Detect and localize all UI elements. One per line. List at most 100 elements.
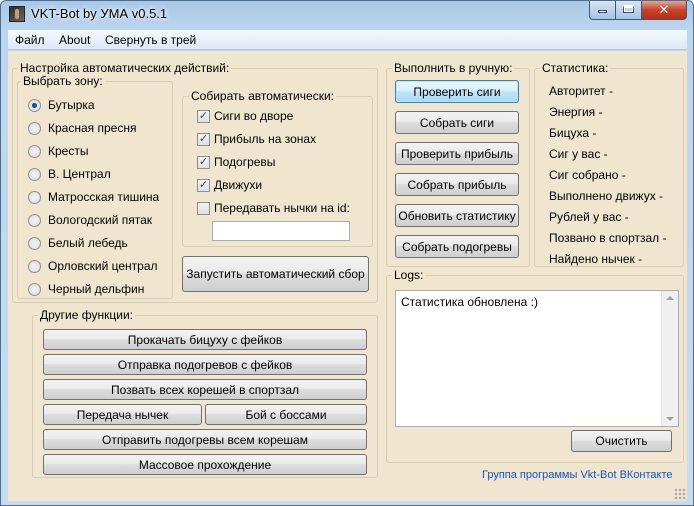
zone-label: Орловский централ bbox=[48, 259, 158, 273]
title-bar[interactable]: VKT-Bot by УМА v0.5.1 ✕ bbox=[1, 1, 693, 29]
stat-cigs-collected: Сиг собрано - bbox=[549, 168, 626, 182]
close-icon: ✕ bbox=[658, 2, 670, 17]
send-warm-button[interactable]: Отправка подогревов с фейков bbox=[43, 354, 367, 375]
boss-button[interactable]: Бой с боссами bbox=[205, 404, 367, 425]
zone-legend: Выбрать зону: bbox=[21, 74, 105, 88]
check-label: Передавать нычки на id: bbox=[214, 201, 350, 215]
stat-authority: Авторитет - bbox=[549, 84, 613, 98]
zone-label: Белый лебедь bbox=[48, 236, 128, 250]
check-label: Движухи bbox=[214, 178, 263, 192]
zone-label: В. Централ bbox=[48, 167, 111, 181]
stat-stashes: Найдено нычек - bbox=[549, 252, 643, 266]
collect-check-3[interactable]: ✓ Движухи bbox=[197, 177, 262, 193]
radio-selected-icon[interactable] bbox=[28, 98, 41, 112]
mass-button[interactable]: Массовое прохождение bbox=[43, 454, 367, 475]
group-link[interactable]: Группа программы Vkt-Bot ВКонтакте bbox=[482, 469, 673, 481]
menu-about[interactable]: About bbox=[59, 33, 90, 47]
collect-profit-button[interactable]: Собрать прибыль bbox=[395, 173, 519, 196]
close-button[interactable]: ✕ bbox=[641, 1, 687, 20]
collect-check-2[interactable]: ✓ Подогревы bbox=[197, 154, 275, 170]
logs-textarea[interactable]: Статистика обновлена :) bbox=[395, 290, 679, 427]
gym-button[interactable]: Позвать всех корешей в спортзал bbox=[43, 379, 367, 400]
check-label: Подогревы bbox=[214, 155, 276, 169]
logs-scrollbar[interactable] bbox=[661, 291, 678, 426]
checkbox-icon[interactable] bbox=[197, 201, 210, 215]
collect-legend: Собирать автоматически: bbox=[189, 89, 336, 103]
maximize-button[interactable] bbox=[615, 1, 642, 20]
menu-file[interactable]: Файл bbox=[15, 33, 45, 47]
zone-radio-0[interactable]: Бутырка bbox=[28, 97, 95, 113]
scroll-down-icon[interactable] bbox=[666, 417, 674, 421]
zone-label: Матросская тишина bbox=[48, 190, 160, 204]
start-auto-button[interactable]: Запустить автоматический сбор bbox=[182, 256, 369, 292]
radio-icon[interactable] bbox=[28, 121, 41, 135]
id-input[interactable] bbox=[212, 221, 350, 241]
clear-logs-button[interactable]: Очистить bbox=[571, 430, 672, 452]
zone-label: Вологодский пятак bbox=[48, 213, 153, 227]
zone-radio-1[interactable]: Красная пресня bbox=[28, 120, 136, 136]
stat-gym: Позвано в спортзал - bbox=[549, 231, 667, 245]
zone-label: Кресты bbox=[48, 144, 89, 158]
stat-cigs: Сиг у вас - bbox=[549, 147, 608, 161]
logs-text: Статистика обновлена :) bbox=[401, 295, 538, 309]
zone-label: Красная пресня bbox=[48, 121, 137, 135]
zone-label: Бутырка bbox=[48, 98, 95, 112]
collect-check-4[interactable]: Передавать нычки на id: bbox=[197, 200, 350, 216]
check-cigs-button[interactable]: Проверить сиги bbox=[395, 80, 519, 103]
logs-group: Logs: Статистика обновлена :) Очистить bbox=[386, 268, 684, 463]
scroll-up-icon[interactable] bbox=[666, 296, 674, 300]
collect-warm-button[interactable]: Собрать подогревы bbox=[395, 235, 519, 258]
zone-radio-8[interactable]: Черный дельфин bbox=[28, 281, 144, 297]
check-label: Прибыль на зонах bbox=[214, 132, 317, 146]
radio-icon[interactable] bbox=[28, 167, 41, 181]
auto-settings-legend: Настройка автоматических действий: bbox=[18, 61, 232, 75]
collect-check-1[interactable]: ✓ Прибыль на зонах bbox=[197, 131, 316, 147]
radio-icon[interactable] bbox=[28, 282, 41, 296]
zone-radio-2[interactable]: Кресты bbox=[28, 143, 88, 159]
radio-icon[interactable] bbox=[28, 259, 41, 273]
collect-group: Собирать автоматически: ✓ Сиги во дворе ✓… bbox=[182, 89, 373, 247]
collect-check-0[interactable]: ✓ Сиги во дворе bbox=[197, 108, 293, 124]
stat-energy: Энергия - bbox=[549, 105, 603, 119]
radio-icon[interactable] bbox=[28, 144, 41, 158]
stat-rubles: Рублей у вас - bbox=[549, 210, 629, 224]
stats-group: Статистика: Авторитет - Энергия - Бицуха… bbox=[534, 61, 684, 267]
zone-label: Черный дельфин bbox=[48, 282, 145, 296]
checkbox-checked-icon[interactable]: ✓ bbox=[197, 132, 210, 146]
send-all-button[interactable]: Отправить подогревы всем корешам bbox=[43, 429, 367, 450]
auto-settings-group: Настройка автоматических действий: Выбра… bbox=[12, 61, 378, 303]
zone-radio-5[interactable]: Вологодский пятак bbox=[28, 212, 152, 228]
client-area: Настройка автоматических действий: Выбра… bbox=[8, 51, 687, 501]
update-stats-button[interactable]: Обновить статистику bbox=[395, 204, 519, 227]
zone-group: Выбрать зону: Бутырка Красная пресня Кре… bbox=[17, 74, 173, 299]
app-icon[interactable] bbox=[9, 6, 25, 22]
stat-moves: Выполнено движух - bbox=[549, 189, 664, 203]
check-label: Сиги во дворе bbox=[214, 109, 294, 123]
manual-legend: Выполнить в ручную: bbox=[392, 61, 515, 75]
pump-button[interactable]: Прокачать бицуху с фейков bbox=[43, 329, 367, 350]
app-window: VKT-Bot by УМА v0.5.1 ✕ Файл About Сверн… bbox=[0, 0, 694, 506]
resize-grip-icon[interactable] bbox=[674, 488, 686, 500]
zone-radio-6[interactable]: Белый лебедь bbox=[28, 235, 128, 251]
stat-biceps: Бицуха - bbox=[549, 126, 597, 140]
logs-legend: Logs: bbox=[392, 268, 426, 282]
minimize-button[interactable] bbox=[589, 1, 616, 20]
zone-radio-7[interactable]: Орловский централ bbox=[28, 258, 158, 274]
check-profit-button[interactable]: Проверить прибыль bbox=[395, 142, 519, 165]
collect-cigs-button[interactable]: Собрать сиги bbox=[395, 111, 519, 134]
zone-radio-3[interactable]: В. Централ bbox=[28, 166, 111, 182]
stats-legend: Статистика: bbox=[540, 61, 611, 75]
checkbox-checked-icon[interactable]: ✓ bbox=[197, 109, 210, 123]
radio-icon[interactable] bbox=[28, 236, 41, 250]
radio-icon[interactable] bbox=[28, 190, 41, 204]
minimize-icon bbox=[598, 10, 607, 13]
checkbox-checked-icon[interactable]: ✓ bbox=[197, 155, 210, 169]
menu-bar: Файл About Свернуть в трей bbox=[8, 30, 687, 50]
zone-radio-4[interactable]: Матросская тишина bbox=[28, 189, 159, 205]
other-functions-legend: Другие функции: bbox=[38, 308, 135, 322]
checkbox-checked-icon[interactable]: ✓ bbox=[197, 178, 210, 192]
maximize-icon bbox=[623, 5, 634, 13]
radio-icon[interactable] bbox=[28, 213, 41, 227]
menu-tray[interactable]: Свернуть в трей bbox=[105, 33, 196, 47]
stash-button[interactable]: Передача нычек bbox=[43, 404, 202, 425]
